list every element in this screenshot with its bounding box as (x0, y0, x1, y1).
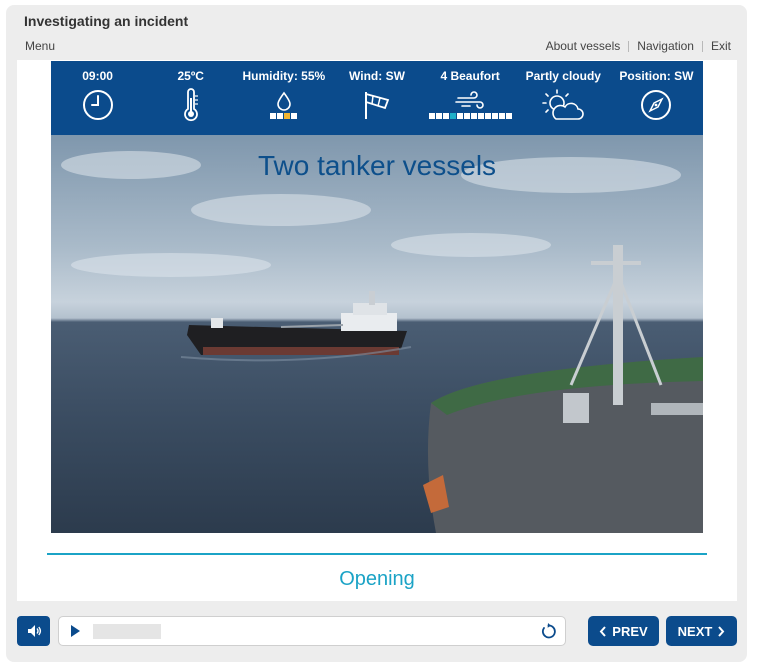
prev-button[interactable]: PREV (588, 616, 659, 646)
next-button[interactable]: NEXT (666, 616, 737, 646)
compass-icon (640, 88, 672, 122)
scale-segment (449, 113, 456, 119)
weather-beaufort: 4 Beaufort (424, 61, 517, 135)
audio-player (58, 616, 566, 646)
weather-temperature: 25ºC (144, 61, 237, 135)
about-vessels-link[interactable]: About vessels (546, 39, 621, 53)
scale-segment (442, 113, 449, 119)
navigation-link[interactable]: Navigation (637, 39, 694, 53)
scale-segment (491, 113, 498, 119)
replay-button[interactable] (540, 623, 557, 640)
scale-segment (498, 113, 505, 119)
weather-position: Position: SW (610, 61, 703, 135)
scale-segment (456, 113, 463, 119)
scale-segment (284, 113, 291, 119)
droplet-icon (277, 91, 291, 111)
beaufort-label: 4 Beaufort (440, 69, 500, 83)
scale-segment (291, 113, 298, 119)
scene-caption: Two tanker vessels (257, 150, 497, 181)
section-divider (47, 553, 707, 555)
weather-time: 09:00 (51, 61, 144, 135)
clock-icon (82, 88, 114, 122)
humidity-scale (270, 113, 298, 119)
scale-segment (470, 113, 477, 119)
audio-progress-bar[interactable] (93, 624, 161, 639)
scale-segment (463, 113, 470, 119)
beaufort-scale (428, 113, 512, 119)
temperature-label: 25ºC (177, 69, 204, 83)
section-title: Opening (339, 568, 415, 590)
scale-segment (277, 113, 284, 119)
thermometer-icon (181, 88, 201, 122)
top-nav: About vessels Navigation Exit (546, 39, 731, 53)
page-title: Investigating an incident (24, 13, 189, 29)
weather-wind: Wind: SW (330, 61, 423, 135)
replay-icon (541, 623, 556, 639)
weather-humidity: Humidity: 55% (237, 61, 330, 135)
distant-tanker (187, 291, 407, 355)
weather-bar: 09:00 25ºC Humidity: 55% Wind: SW 4 Beau… (51, 61, 703, 135)
next-label: NEXT (677, 623, 713, 639)
divider (701, 40, 703, 52)
scale-segment (435, 113, 442, 119)
wind-label: Wind: SW (349, 69, 405, 83)
humidity-label: Humidity: 55% (242, 69, 326, 83)
weather-sky: Partly cloudy (517, 61, 610, 135)
chevron-right-icon (718, 625, 725, 637)
scale-segment (270, 113, 277, 119)
scale-segment (505, 113, 512, 119)
sky-label: Partly cloudy (525, 69, 601, 83)
time-label: 09:00 (82, 69, 113, 83)
prev-label: PREV (612, 623, 648, 639)
tanker-scene-illustration (61, 151, 703, 533)
scale-segment (477, 113, 484, 119)
menu-link[interactable]: Menu (25, 39, 55, 53)
play-button[interactable] (68, 624, 82, 638)
play-icon (71, 625, 80, 637)
chevron-left-icon (599, 625, 607, 637)
speaker-icon (27, 625, 41, 637)
scale-segment (428, 113, 435, 119)
foreground-tanker-bow (423, 245, 703, 533)
divider (628, 40, 630, 52)
position-label: Position: SW (619, 69, 694, 83)
scale-segment (484, 113, 491, 119)
windsock-icon (361, 88, 393, 122)
wind-icon (455, 91, 484, 109)
scene-image: Two tanker vessels (51, 135, 703, 533)
exit-link[interactable]: Exit (711, 39, 731, 53)
partly-cloudy-icon (540, 88, 586, 122)
audio-button[interactable] (17, 616, 50, 646)
